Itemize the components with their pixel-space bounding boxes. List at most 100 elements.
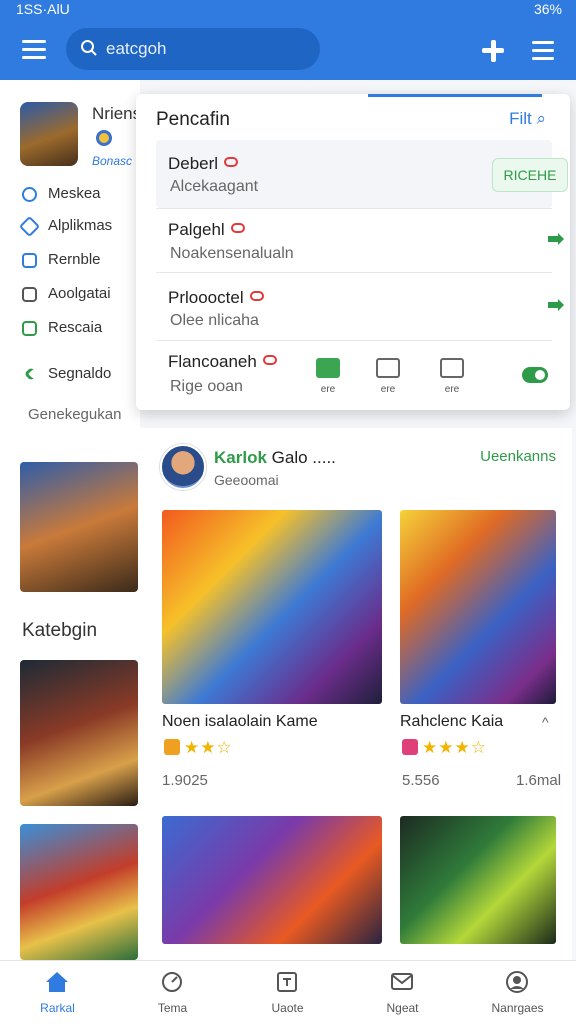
game-image[interactable]: [162, 510, 382, 704]
app-tile-image[interactable]: [20, 102, 78, 166]
stat-value: 5.556: [402, 772, 440, 789]
menu-icon[interactable]: [22, 40, 46, 60]
dropdown-row[interactable]: Flancoaneh Rige ooan: [156, 346, 552, 406]
row-name: Flancoaneh: [168, 352, 277, 372]
tab-ngeat[interactable]: Ngeat: [345, 961, 460, 1024]
app-icon: [18, 215, 41, 238]
filter-button[interactable]: Filt ⌕: [509, 109, 546, 129]
add-icon[interactable]: [482, 40, 504, 62]
app-name: Nriens: [92, 104, 142, 123]
arrow-icon[interactable]: [546, 298, 566, 312]
dropdown-title: Pencafin: [156, 109, 230, 130]
tab-label: Nanrgaes: [491, 1001, 544, 1015]
game-title: Noen isalaolain Kame: [162, 713, 318, 730]
gauge-icon: [162, 972, 182, 992]
game-image[interactable]: [400, 510, 556, 704]
game-thumb[interactable]: [20, 824, 138, 960]
tab-uaote[interactable]: Uaote: [230, 961, 345, 1024]
chevron-up-icon[interactable]: ^: [542, 714, 549, 730]
dropdown-row[interactable]: Prloooctel Olee nlicaha: [156, 276, 564, 340]
toggle-switch[interactable]: [522, 367, 548, 383]
sidebar-item-label: Aoolgatai: [48, 285, 111, 302]
search-dropdown: Pencafin Filt ⌕ Deberl Alcekaagant RICEH…: [136, 94, 570, 410]
divider: [156, 272, 552, 273]
shuffle-icon[interactable]: [316, 358, 340, 378]
tab-label: Rarkal: [40, 1001, 75, 1015]
badge-icon: [249, 291, 264, 301]
status-battery: 36%: [533, 1, 562, 17]
tab-tema[interactable]: Tema: [115, 961, 230, 1024]
stat-value: 1.6mal: [516, 772, 562, 789]
dropdown-row[interactable]: Palgehl Noakensenalualn: [156, 210, 564, 272]
sidebar-item-aoolgatai[interactable]: Aoolgatai: [22, 284, 140, 306]
building-icon[interactable]: [440, 358, 464, 378]
rating-stars: ★★☆: [164, 738, 233, 758]
sidebar-item-label: Rernble: [48, 251, 101, 268]
game-thumb[interactable]: [20, 462, 138, 592]
app-bar: [0, 20, 576, 80]
search-icon: ⌕: [536, 109, 546, 128]
tab-profile[interactable]: Nanrgaes: [460, 961, 575, 1024]
mini-label: ere: [320, 384, 336, 395]
badge-icon: [402, 739, 418, 755]
badge-icon: [164, 739, 180, 755]
tab-label: Ngeat: [386, 1001, 419, 1015]
sidebar-item-label: Segnaldo: [48, 365, 112, 382]
doc-icon: [22, 287, 37, 302]
profile-icon: [506, 971, 528, 993]
badge-icon: [96, 130, 112, 146]
sidebar-item-segnaldo[interactable]: Segnaldo: [22, 364, 140, 386]
tab-label: Tema: [157, 1001, 188, 1015]
game-image[interactable]: [162, 816, 382, 944]
badge-icon: [230, 223, 245, 233]
rating-stars: ★★★☆: [402, 738, 487, 758]
status-bar: 1SS·AlU 36%: [0, 0, 576, 20]
sidebar-item-rernble[interactable]: Rernble: [22, 250, 140, 272]
list-icon: [22, 253, 37, 268]
image-icon[interactable]: [376, 358, 400, 378]
row-desc: Noakensenalualn: [170, 245, 294, 262]
sidebar-item-label: Meskea: [48, 185, 101, 202]
game-thumb[interactable]: [20, 660, 138, 806]
mini-label: ere: [444, 384, 460, 395]
row-desc: Alcekaagant: [170, 178, 259, 195]
search-input[interactable]: [106, 37, 306, 61]
sidebar-item-rescaia[interactable]: Rescaia: [22, 318, 140, 340]
row-name: Deberl: [168, 154, 239, 174]
check-icon: [23, 366, 39, 382]
row-desc: Rige ooan: [170, 378, 243, 395]
badge-icon: [224, 157, 239, 167]
dropdown-row[interactable]: Deberl Alcekaagant RICEHE: [156, 140, 568, 208]
badge-icon: [262, 355, 277, 365]
status-time: 1SS·AlU: [16, 1, 70, 17]
sidebar: Nriens Bonasc Meskea Alplikmas Rernble A…: [0, 80, 142, 960]
arrow-icon[interactable]: [546, 232, 566, 246]
sidebar-item-label: Rescaia: [48, 319, 103, 336]
search-icon: [81, 40, 97, 56]
featured-card: Karlok Galo ..... Geeoomai Ueenkanns Noe…: [140, 428, 572, 960]
game-title: Rahclenc Kaia: [400, 713, 504, 730]
puzzle-icon: [22, 187, 37, 202]
home-icon: [46, 972, 68, 992]
tab-home[interactable]: Rarkal: [0, 961, 115, 1024]
update-icon: [277, 972, 297, 992]
mail-icon: [391, 973, 413, 990]
sidebar-item-label: Alplikmas: [48, 217, 113, 234]
divider: [156, 208, 552, 209]
tab-label: Uaote: [271, 1001, 304, 1015]
row-action-button[interactable]: RICEHE: [492, 158, 568, 192]
sidebar-item-meskea[interactable]: Meskea: [22, 184, 140, 206]
author-name: Karlok Galo .....: [214, 448, 336, 467]
sidebar-item-alplikmas[interactable]: Alplikmas: [18, 215, 140, 238]
game-image[interactable]: [400, 816, 556, 944]
section-label: Genekegukan: [28, 406, 122, 423]
category-heading: Katebgin: [22, 620, 98, 641]
avatar[interactable]: [160, 444, 206, 490]
search-box[interactable]: [66, 28, 320, 70]
filter-icon[interactable]: [532, 41, 554, 61]
author-subtitle: Geeoomai: [214, 472, 279, 488]
bottom-nav: Rarkal Tema Uaote Ngeat Nanrgaes: [0, 960, 576, 1024]
see-all-link[interactable]: Ueenkanns: [480, 448, 556, 465]
dropdown-accent-line: [368, 94, 542, 97]
row-desc: Olee nlicaha: [170, 312, 259, 329]
